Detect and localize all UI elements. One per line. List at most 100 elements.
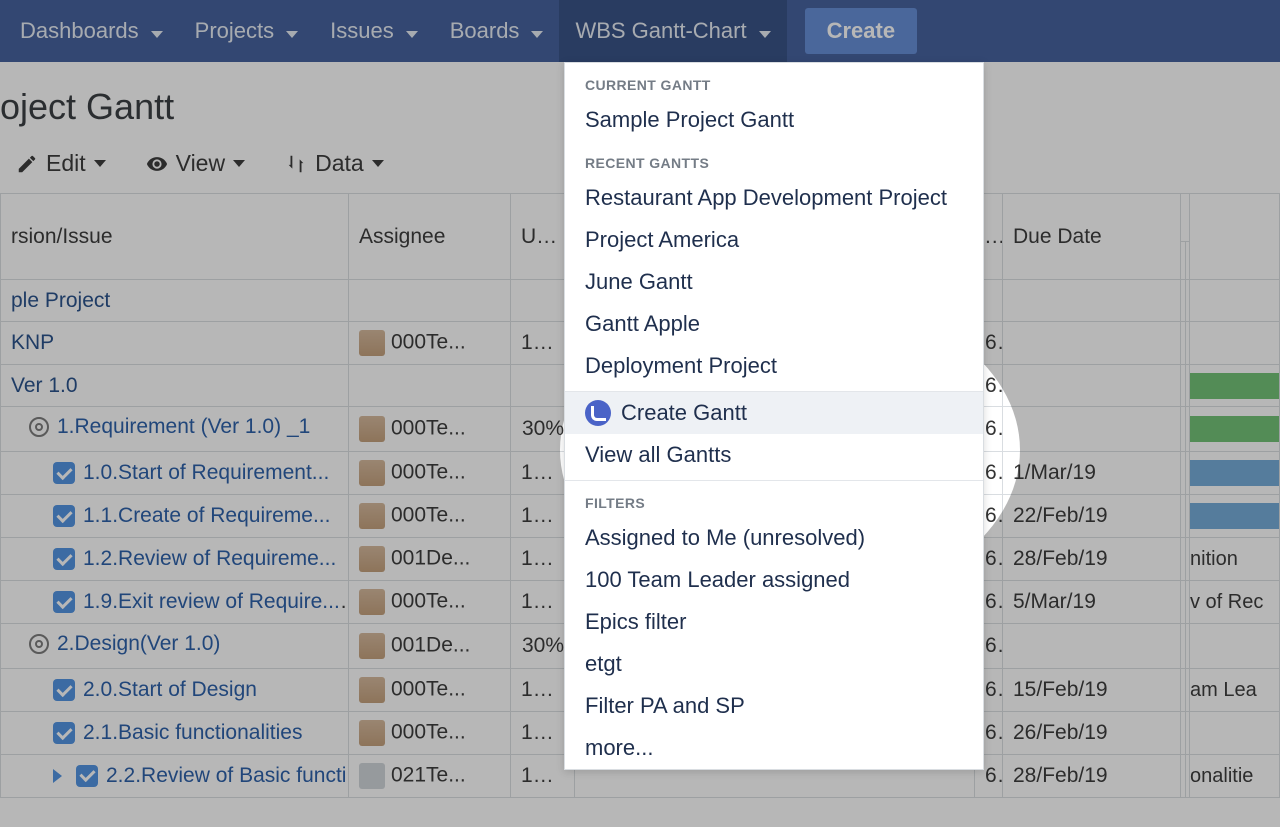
dropdown-item[interactable]: Create Gantt — [565, 392, 983, 434]
col-day-t: T — [1185, 242, 1190, 280]
dropdown-item-label: Project America — [585, 227, 739, 253]
dropdown-item-label: View all Gantts — [585, 442, 731, 468]
gantt-bar[interactable] — [1190, 460, 1279, 486]
chevron-down-icon — [282, 18, 298, 44]
pencil-icon — [16, 153, 38, 175]
nav-label: Projects — [195, 18, 274, 44]
chevron-down-icon — [147, 18, 163, 44]
dropdown-item[interactable]: View all Gantts — [565, 434, 983, 476]
dropdown-item[interactable]: June Gantt — [565, 261, 983, 303]
task-name: 2.1.Basic functionalities — [83, 721, 302, 745]
due-date: 28/Feb/19 — [1003, 538, 1181, 581]
nav-label: Dashboards — [20, 18, 139, 44]
task-checkbox-icon — [53, 462, 75, 484]
dropdown-item-label: Sample Project Gantt — [585, 107, 794, 133]
assignee-name: 000Te... — [391, 678, 466, 701]
dropdown-item-label: 100 Team Leader assigned — [585, 567, 850, 593]
task-name: 2.0.Start of Design — [83, 678, 257, 702]
dropdown-item[interactable]: Filter PA and SP — [565, 685, 983, 727]
epic-icon — [29, 634, 49, 654]
nav-projects[interactable]: Projects — [179, 0, 314, 62]
expand-icon[interactable] — [53, 769, 62, 783]
gantt-bar[interactable] — [1190, 503, 1279, 529]
dropdown-item-label: Create Gantt — [621, 400, 747, 426]
dropdown-item-label: Gantt Apple — [585, 311, 700, 337]
task-name: ple Project — [11, 289, 110, 313]
avatar — [359, 763, 385, 789]
nav-boards[interactable]: Boards — [434, 0, 560, 62]
view-button[interactable]: View — [146, 150, 245, 177]
gantt-bar[interactable] — [1190, 416, 1279, 442]
dropdown-item-label: June Gantt — [585, 269, 693, 295]
edit-label: Edit — [46, 150, 86, 177]
dropdown-item[interactable]: more... — [565, 727, 983, 769]
assignee-name: 000Te... — [391, 504, 466, 527]
chevron-down-icon — [233, 160, 245, 167]
chevron-down-icon — [527, 18, 543, 44]
assignee-name: 021Te... — [391, 764, 466, 787]
dropdown-item-label: etgt — [585, 651, 622, 677]
dropdown-item[interactable]: Gantt Apple — [565, 303, 983, 345]
nav-label: WBS Gantt-Chart — [575, 18, 746, 44]
dropdown-item[interactable]: 100 Team Leader assigned — [565, 559, 983, 601]
dropdown-item[interactable]: Project America — [565, 219, 983, 261]
edit-button[interactable]: Edit — [16, 150, 106, 177]
assignee-name: 000Te... — [391, 590, 466, 613]
avatar — [359, 677, 385, 703]
create-button[interactable]: Create — [805, 8, 917, 54]
dropdown-item[interactable]: Assigned to Me (unresolved) — [565, 517, 983, 559]
dropdown-item[interactable]: Restaurant App Development Project — [565, 177, 983, 219]
task-name: 1.Requirement (Ver 1.0) _1 — [57, 415, 310, 439]
nav-dashboards[interactable]: Dashboards — [4, 0, 179, 62]
assignee-name: 000Te... — [391, 331, 466, 354]
due-date — [1003, 624, 1181, 669]
data-button[interactable]: Data — [285, 150, 384, 177]
chevron-down-icon — [402, 18, 418, 44]
assignee-name: 000Te... — [391, 461, 466, 484]
dropdown-item-label: Epics filter — [585, 609, 686, 635]
dropdown-item-label: Restaurant App Development Project — [585, 185, 947, 211]
task-name: KNP — [11, 331, 54, 355]
avatar — [359, 416, 385, 442]
col-name[interactable]: rsion/Issue — [1, 194, 349, 280]
avatar — [359, 503, 385, 529]
task-name: 2.2.Review of Basic functi... — [106, 764, 349, 788]
dropdown-item[interactable]: Epics filter — [565, 601, 983, 643]
assignee-name: 000Te... — [391, 417, 466, 440]
assignee-name: 001De... — [391, 634, 470, 657]
dropdown-item[interactable]: etgt — [565, 643, 983, 685]
task-name: Ver 1.0 — [11, 374, 78, 398]
chevron-down-icon — [372, 160, 384, 167]
due-date — [1003, 407, 1181, 452]
nav-issues[interactable]: Issues — [314, 0, 434, 62]
avatar — [359, 460, 385, 486]
col-week: Mon 1 — [1181, 194, 1190, 242]
eye-icon — [146, 153, 168, 175]
avatar — [359, 633, 385, 659]
task-checkbox-icon — [53, 548, 75, 570]
dropdown-item[interactable]: Deployment Project — [565, 345, 983, 387]
nav-wbs-gantt[interactable]: WBS Gantt-Chart — [559, 0, 786, 62]
nav-label: Issues — [330, 18, 394, 44]
dropdown-section-label: RECENT GANTTS — [565, 141, 983, 177]
task-name: 2.Design(Ver 1.0) — [57, 632, 220, 656]
assignee-name: 001De... — [391, 547, 470, 570]
dropdown-item-label: Assigned to Me (unresolved) — [585, 525, 865, 551]
due-date: 28/Feb/19 — [1003, 755, 1181, 798]
task-name: 1.1.Create of Requireme... — [83, 504, 330, 528]
data-label: Data — [315, 150, 364, 177]
due-date: 15/Feb/19 — [1003, 669, 1181, 712]
task-checkbox-icon — [53, 679, 75, 701]
task-checkbox-icon — [53, 722, 75, 744]
dropdown-item[interactable]: Sample Project Gantt — [565, 99, 983, 141]
dropdown-section-label: CURRENT GANTT — [565, 63, 983, 99]
dropdown-item-label: Deployment Project — [585, 353, 777, 379]
dropdown-section-label: FILTERS — [565, 481, 983, 517]
gantt-bar[interactable] — [1190, 373, 1279, 399]
avatar — [359, 546, 385, 572]
col-assignee[interactable]: Assignee — [349, 194, 511, 280]
sort-icon — [285, 153, 307, 175]
top-nav: Dashboards Projects Issues Boards WBS Ga… — [0, 0, 1280, 62]
task-name: 1.9.Exit review of Require... — [83, 590, 340, 614]
col-due[interactable]: Due Date — [1003, 194, 1181, 280]
